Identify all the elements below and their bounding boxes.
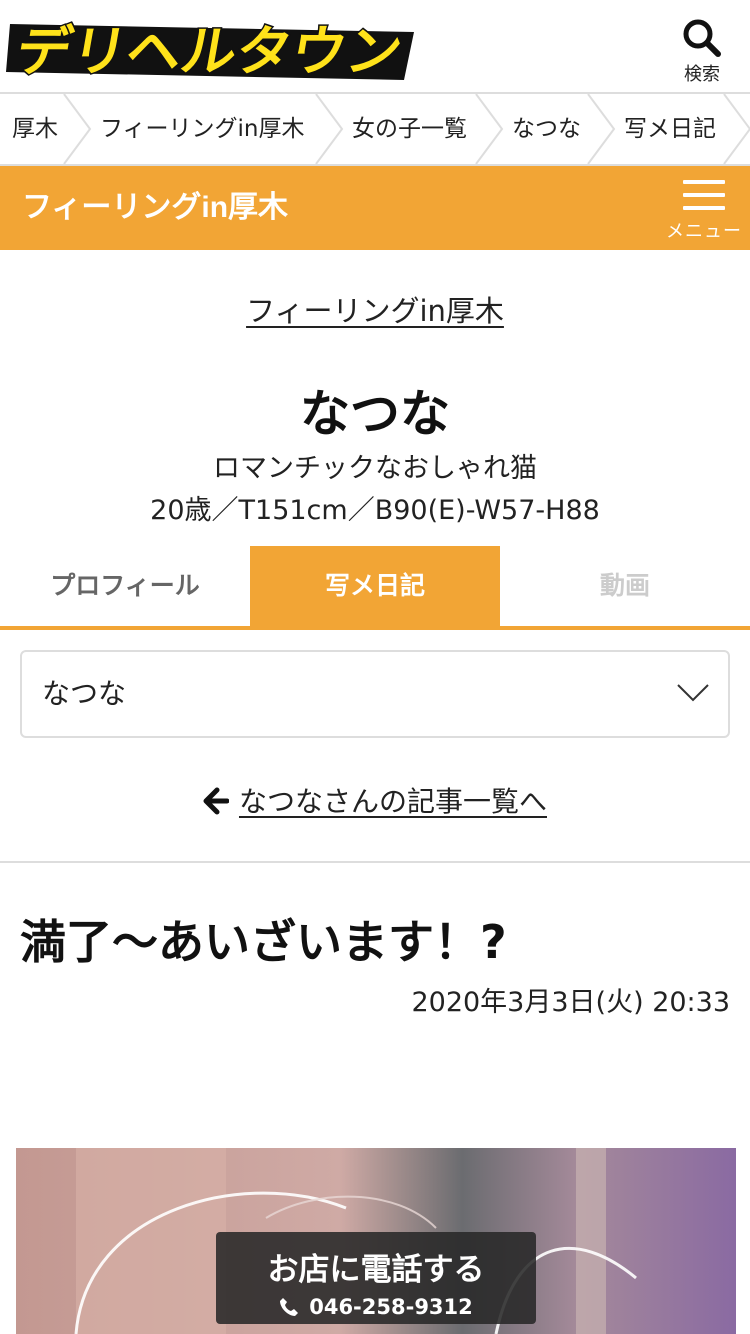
chevron-right-icon: [475, 94, 504, 164]
chevron-right-icon: [587, 94, 616, 164]
shop-title[interactable]: フィーリングin厚木: [22, 166, 288, 250]
call-shop-button[interactable]: お店に電話する 046-258-9312: [216, 1232, 536, 1324]
profile-tabs: プロフィール 写メ日記 動画: [0, 546, 750, 630]
breadcrumb-item-girls[interactable]: 女の子一覧: [352, 94, 467, 164]
search-button[interactable]: 検索: [672, 18, 732, 88]
article-date: 2020年3月3日(火) 20:33: [411, 987, 730, 1018]
back-link-text: なつなさんの記事一覧へ: [238, 785, 547, 818]
hamburger-icon: [664, 180, 744, 210]
chevron-right-icon: [723, 94, 750, 164]
phone-number: 046-258-9312: [309, 1295, 473, 1319]
phone-icon: [280, 1298, 299, 1316]
shop-link[interactable]: フィーリングin厚木: [0, 288, 750, 330]
chevron-right-icon: [315, 94, 344, 164]
site-header: デリヘルタウン 検索: [0, 0, 750, 92]
girl-spec: 20歳／T151cm／B90(E)-W57-H88: [150, 495, 600, 526]
tab-profile[interactable]: プロフィール: [0, 546, 250, 626]
logo-graphic: デリヘルタウン: [6, 18, 414, 84]
menu-button[interactable]: メニュー: [664, 180, 744, 246]
call-button-number: 046-258-9312: [216, 1295, 536, 1319]
shop-title-bar: フィーリングin厚木 メニュー: [0, 166, 750, 250]
girl-catchphrase: ロマンチックなおしゃれ猫: [213, 453, 537, 484]
breadcrumb-item-shop[interactable]: フィーリングin厚木: [100, 94, 305, 164]
tab-video: 動画: [599, 571, 650, 600]
girl-name: なつな: [300, 385, 450, 443]
site-logo[interactable]: デリヘルタウン: [6, 10, 420, 84]
chevron-right-icon: [63, 94, 92, 164]
call-button-label: お店に電話する: [267, 1252, 485, 1288]
breadcrumb-item-area[interactable]: 厚木: [12, 94, 58, 164]
search-icon: [683, 19, 721, 57]
chevron-down-icon: [677, 684, 709, 702]
section-divider: [0, 861, 750, 863]
menu-label: メニュー: [666, 221, 742, 242]
breadcrumb-item-diary[interactable]: 写メ日記: [624, 94, 716, 164]
logo-text: デリヘルタウン: [11, 19, 407, 82]
back-to-list-link[interactable]: なつなさんの記事一覧へ: [0, 780, 750, 820]
arrow-left-icon: [203, 787, 229, 815]
search-label: 検索: [684, 64, 720, 85]
breadcrumb: 厚木 フィーリングin厚木 女の子一覧 なつな 写メ日記: [0, 92, 750, 166]
tab-photo-diary[interactable]: 写メ日記: [250, 546, 500, 626]
girl-select-value: なつな: [42, 677, 127, 710]
article-title: 満了〜あいざいます！?: [20, 915, 507, 969]
breadcrumb-item-girl[interactable]: なつな: [512, 94, 581, 164]
girl-select[interactable]: なつな: [20, 650, 730, 738]
